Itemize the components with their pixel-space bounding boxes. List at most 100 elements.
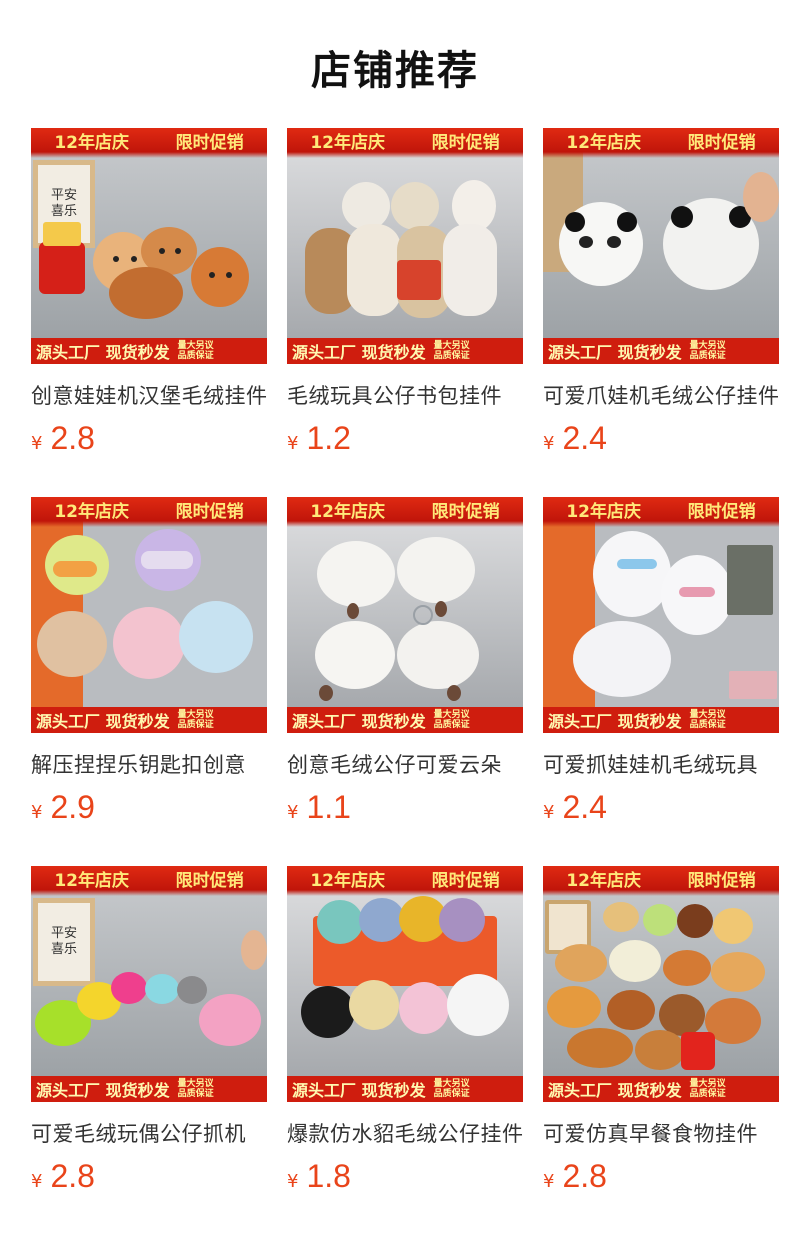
product-card[interactable]: 12年店庆 限时促销 源头工厂 现货秒发 量大另议 品质保证 爆款仿水貂毛绒公仔挂… [287,866,523,1235]
promo-banner-top: 12年店庆 限时促销 [287,866,523,896]
product-name[interactable]: 创意毛绒公仔可爱云朵 [287,749,523,779]
promo-label: 限时促销 [175,132,244,153]
product-image[interactable]: 12年店庆 限时促销 源头工厂 现货秒发 量大另议 品质保证 [31,497,267,733]
product-name[interactable]: 可爱爪娃机毛绒公仔挂件 [543,380,779,410]
price-value: 1.8 [306,1158,351,1194]
product-card[interactable]: 平安 喜乐 12年店庆 限时促销 源头工厂 现货秒发 量大另议 品质保证 可爱毛绒… [31,866,267,1235]
product-photo: 平安 喜乐 [31,152,267,338]
promo-label: 12年店庆 [566,132,641,153]
product-photo [287,152,523,338]
promo-banner-bottom: 源头工厂 现货秒发 量大另议 品质保证 [287,338,523,364]
promo-label: 12年店庆 [54,132,129,153]
promo-banner-bottom: 源头工厂 现货秒发 量大另议 品质保证 [543,707,779,733]
promo-label: 12年店庆 [566,501,641,522]
product-image[interactable]: 平安 喜乐 12年店庆 限时促销 源头工厂 现货秒发 量大另议 品质保证 [31,866,267,1102]
product-card[interactable]: 12年店庆 限时促销 源头工厂 现货秒发 量大另议 品质保证 可爱抓娃娃机毛绒玩具… [543,497,779,866]
price: ¥ 2.4 [543,420,607,457]
promo-small: 品质保证 [177,720,214,730]
frame-text: 喜乐 [50,942,77,957]
promo-label: 源头工厂 现货秒发 [36,1081,170,1100]
decor-frame: 平安 喜乐 [33,898,95,986]
promo-small: 量大另议 [689,1079,726,1089]
promo-small: 量大另议 [689,710,726,720]
promo-label: 源头工厂 现货秒发 [548,712,682,731]
promo-label: 限时促销 [687,501,756,522]
product-photo [543,521,779,707]
product-photo: 平安 喜乐 [31,890,267,1076]
price: ¥ 1.2 [287,420,351,457]
product-photo [543,152,779,338]
promo-label: 源头工厂 现货秒发 [548,1081,682,1100]
promo-label: 限时促销 [431,501,500,522]
frame-text: 平安 [50,926,77,941]
promo-small: 品质保证 [433,720,470,730]
promo-label: 12年店庆 [310,501,385,522]
promo-banner-top: 12年店庆 限时促销 [31,497,267,527]
promo-label: 限时促销 [431,870,500,891]
promo-banner-bottom: 源头工厂 现货秒发 量大另议 品质保证 [287,707,523,733]
price: ¥ 1.1 [287,789,351,826]
product-image[interactable]: 12年店庆 限时促销 源头工厂 现货秒发 量大另议 品质保证 [543,128,779,364]
promo-banner-top: 12年店庆 限时促销 [287,128,523,158]
product-card[interactable]: 12年店庆 限时促销 源头工厂 现货秒发 量大另议 品质保证 解压捏捏乐钥匙扣创意… [31,497,267,866]
product-name[interactable]: 可爱毛绒玩偶公仔抓机 [31,1118,267,1148]
promo-banner-top: 12年店庆 限时促销 [287,497,523,527]
promo-label: 12年店庆 [310,132,385,153]
currency-symbol: ¥ [543,433,555,454]
currency-symbol: ¥ [31,802,43,823]
promo-label: 限时促销 [687,132,756,153]
currency-symbol: ¥ [31,433,43,454]
product-name[interactable]: 爆款仿水貂毛绒公仔挂件 [287,1118,523,1148]
product-card[interactable]: 12年店庆 限时促销 源头工厂 现货秒发 量大另议 品质保证 可爱爪娃机毛绒公仔挂… [543,128,779,497]
currency-symbol: ¥ [287,433,299,454]
promo-label: 源头工厂 现货秒发 [292,1081,426,1100]
promo-label: 源头工厂 现货秒发 [36,712,170,731]
product-name[interactable]: 可爱抓娃娃机毛绒玩具 [543,749,779,779]
product-image[interactable]: 12年店庆 限时促销 源头工厂 现货秒发 量大另议 品质保证 [543,497,779,733]
price-value: 2.8 [50,420,95,456]
product-card[interactable]: 12年店庆 限时促销 源头工厂 现货秒发 量大另议 品质保证 创意毛绒公仔可爱云朵… [287,497,523,866]
price: ¥ 2.8 [31,1158,95,1195]
product-image[interactable]: 平安 喜乐 12年店庆 限时促销 源头工厂 现货秒发 量大另议 品质保证 [31,128,267,364]
promo-small: 量大另议 [177,710,214,720]
promo-banner-bottom: 源头工厂 现货秒发 量大另议 品质保证 [543,1076,779,1102]
promo-label: 限时促销 [431,132,500,153]
price-value: 2.8 [562,1158,607,1194]
promo-small: 量大另议 [177,1079,214,1089]
product-card[interactable]: 12年店庆 限时促销 源头工厂 现货秒发 量大另议 品质保证 毛绒玩具公仔书包挂件… [287,128,523,497]
product-card[interactable]: 平安 喜乐 12年店庆 限时促销 源头工厂 现货秒发 量大另议 品质保证 创意娃… [31,128,267,497]
price: ¥ 2.8 [543,1158,607,1195]
promo-label: 12年店庆 [310,870,385,891]
promo-banner-bottom: 源头工厂 现货秒发 量大另议 品质保证 [31,338,267,364]
promo-banner-top: 12年店庆 限时促销 [31,866,267,896]
price-value: 1.2 [306,420,351,456]
promo-banner-bottom: 源头工厂 现货秒发 量大另议 品质保证 [287,1076,523,1102]
product-image[interactable]: 12年店庆 限时促销 源头工厂 现货秒发 量大另议 品质保证 [543,866,779,1102]
product-image[interactable]: 12年店庆 限时促销 源头工厂 现货秒发 量大另议 品质保证 [287,497,523,733]
product-image[interactable]: 12年店庆 限时促销 源头工厂 现货秒发 量大另议 品质保证 [287,866,523,1102]
promo-small: 品质保证 [433,351,470,361]
promo-label: 12年店庆 [566,870,641,891]
promo-label: 源头工厂 现货秒发 [36,343,170,362]
product-image[interactable]: 12年店庆 限时促销 源头工厂 现货秒发 量大另议 品质保证 [287,128,523,364]
price: ¥ 2.4 [543,789,607,826]
price-value: 2.4 [562,789,607,825]
currency-symbol: ¥ [287,1171,299,1192]
promo-label: 12年店庆 [54,870,129,891]
product-name[interactable]: 解压捏捏乐钥匙扣创意 [31,749,267,779]
product-card[interactable]: 12年店庆 限时促销 源头工厂 现货秒发 量大另议 品质保证 可爱仿真早餐食物挂件… [543,866,779,1235]
promo-label: 源头工厂 现货秒发 [292,343,426,362]
product-name[interactable]: 毛绒玩具公仔书包挂件 [287,380,523,410]
product-name[interactable]: 可爱仿真早餐食物挂件 [543,1118,779,1148]
price: ¥ 2.9 [31,789,95,826]
promo-small: 品质保证 [177,1089,214,1099]
price-value: 2.8 [50,1158,95,1194]
frame-text: 平安 [50,188,77,203]
product-grid: 平安 喜乐 12年店庆 限时促销 源头工厂 现货秒发 量大另议 品质保证 创意娃… [31,128,779,1235]
promo-banner-bottom: 源头工厂 现货秒发 量大另议 品质保证 [31,1076,267,1102]
product-photo [31,521,267,707]
promo-label: 12年店庆 [54,501,129,522]
promo-small: 品质保证 [689,1089,726,1099]
product-name[interactable]: 创意娃娃机汉堡毛绒挂件 [31,380,267,410]
frame-text: 喜乐 [50,204,77,219]
